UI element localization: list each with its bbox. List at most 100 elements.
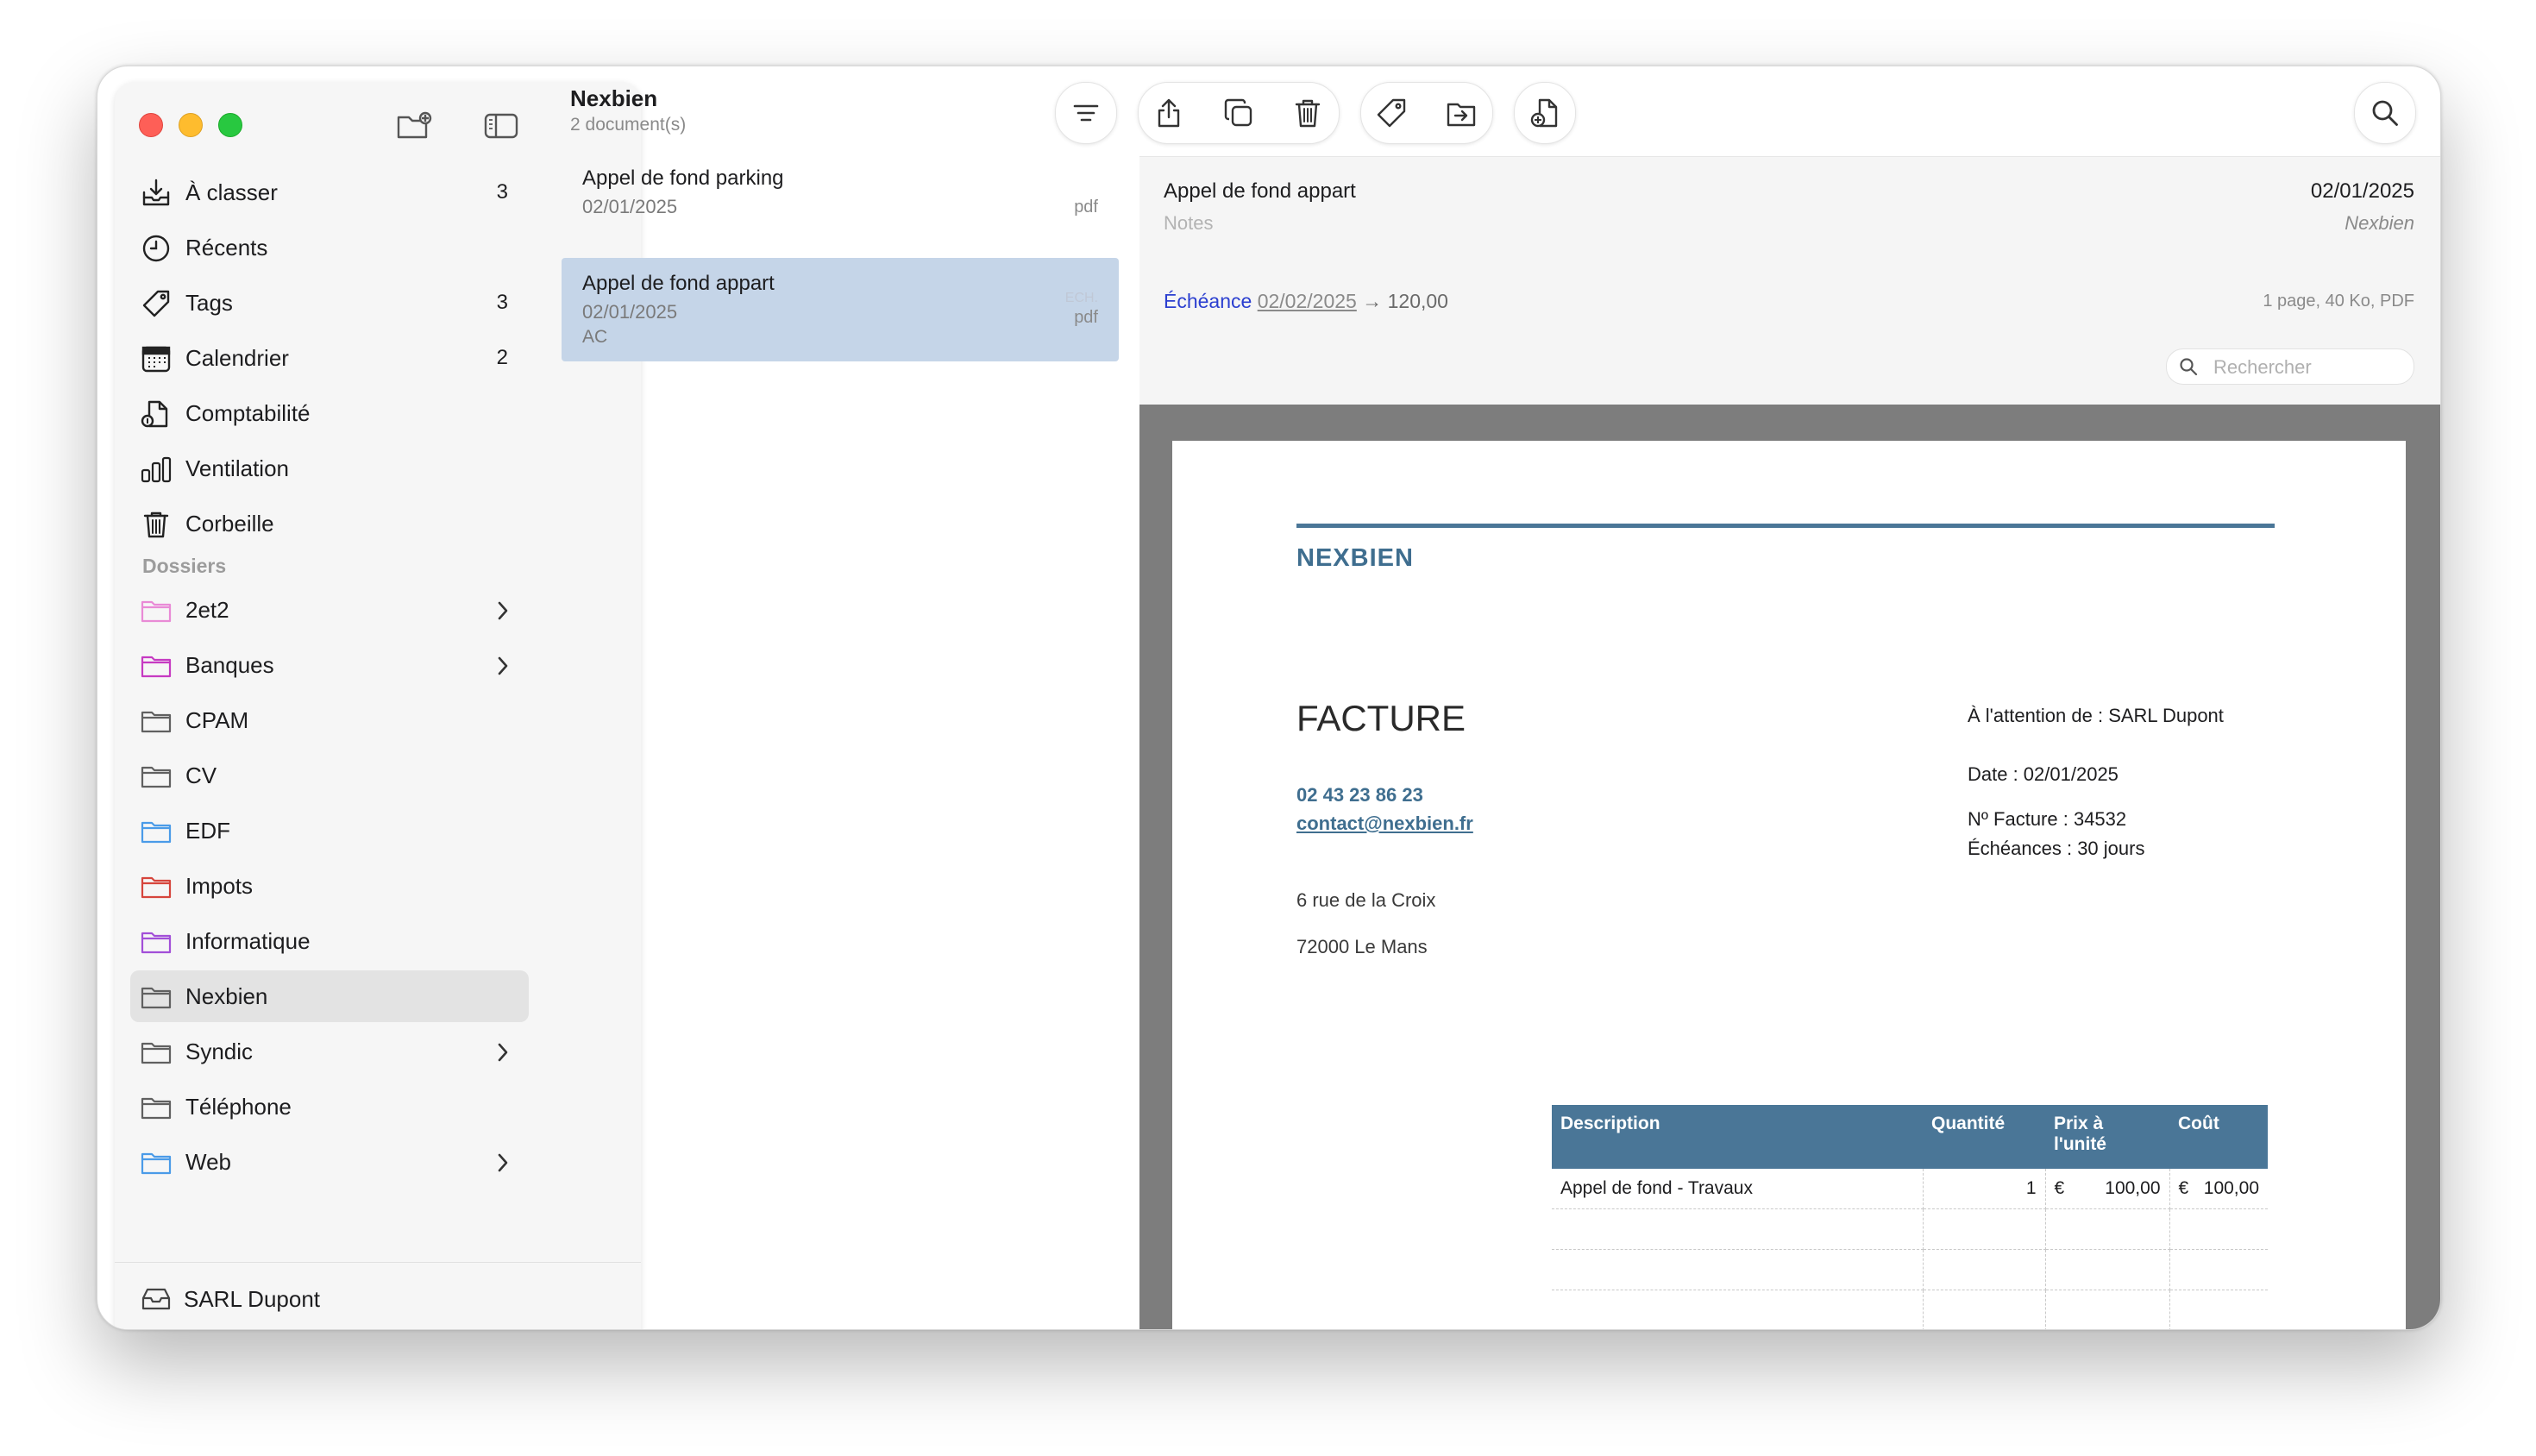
- sidebar-item-label: Corbeille: [185, 510, 274, 537]
- sidebar-folder-2et2[interactable]: 2et2: [130, 584, 529, 636]
- folder-icon: [141, 876, 172, 899]
- sidebar-item-corbeille[interactable]: Corbeille: [130, 498, 529, 549]
- sidebar-item-label: Banques: [185, 651, 274, 678]
- sidebar-folder-web[interactable]: Web: [130, 1136, 529, 1188]
- sidebar-item-label: CPAM: [185, 706, 249, 733]
- sort-button[interactable]: [1055, 82, 1117, 144]
- cost-value: 100,00: [2203, 1178, 2259, 1198]
- chevron-right-icon[interactable]: [496, 599, 510, 622]
- due-date-row[interactable]: Échéance 02/02/2025 → 120,00: [1164, 290, 1448, 313]
- sidebar-folder-banques[interactable]: Banques: [130, 639, 529, 691]
- payment-terms: Échéances : 30 jours: [1968, 838, 2145, 859]
- document-search-field[interactable]: Rechercher: [2166, 348, 2414, 385]
- document-date: 02/01/2025: [582, 301, 678, 323]
- document-row[interactable]: Appel de fond parking 02/01/2025 pdf: [562, 153, 1119, 248]
- sidebar-item-label: Ventilation: [185, 455, 289, 481]
- sidebar-folder-edf[interactable]: EDF: [130, 805, 529, 857]
- notes-field[interactable]: Notes: [1164, 212, 1213, 235]
- sidebar-item-ventilation[interactable]: Ventilation: [130, 442, 529, 494]
- sidebar-item-label: Calendrier: [185, 344, 289, 371]
- document-count: 2 document(s): [570, 115, 687, 135]
- company-name: NEXBIEN: [1296, 544, 1414, 572]
- list-title: Nexbien: [570, 85, 658, 111]
- due-amount: → 120,00: [1362, 290, 1448, 312]
- sidebar-folder-cv[interactable]: CV: [130, 750, 529, 801]
- duplicate-icon[interactable]: [1223, 97, 1254, 129]
- chevron-right-icon[interactable]: [496, 1152, 510, 1174]
- chevron-right-icon[interactable]: [496, 655, 510, 677]
- table-row: [1552, 1249, 2268, 1290]
- document-name: Appel de fond parking: [582, 166, 784, 190]
- search-placeholder: Rechercher: [2213, 356, 2312, 378]
- sidebar-item-a-classer[interactable]: À classer 3: [130, 166, 529, 218]
- new-folder-icon[interactable]: [396, 111, 434, 141]
- folder-icon: [141, 932, 172, 954]
- sidebar-item-label: Impots: [185, 872, 254, 899]
- sidebar-item-recents[interactable]: Récents: [130, 222, 529, 273]
- sidebar-folder-nexbien[interactable]: Nexbien: [130, 970, 529, 1022]
- minimize-window-button[interactable]: [179, 113, 203, 137]
- currency-symbol: €: [2178, 1178, 2189, 1198]
- sidebar-item-tags[interactable]: Tags 3: [130, 277, 529, 329]
- document-type: pdf: [1074, 308, 1098, 327]
- due-date-value[interactable]: 02/02/2025: [1258, 290, 1357, 312]
- tag-icon: [142, 290, 170, 317]
- sidebar-item-label: Comptabilité: [185, 399, 311, 426]
- zoom-window-button[interactable]: [218, 113, 242, 137]
- search-button[interactable]: [2354, 82, 2416, 144]
- sidebar-item-label: Récents: [185, 234, 268, 260]
- trash-icon: [143, 511, 169, 538]
- company-phone: 02 43 23 86 23: [1296, 784, 1423, 806]
- chevron-right-icon[interactable]: [496, 1041, 510, 1064]
- sidebar-item-comptabilite[interactable]: Comptabilité: [130, 387, 529, 439]
- column-header: Quantité: [1923, 1105, 2045, 1169]
- sidebar-folder-cpam[interactable]: CPAM: [130, 694, 529, 746]
- folder-icon: [141, 1152, 172, 1175]
- sidebar-item-label: À classer: [185, 179, 278, 205]
- clock-icon: [142, 235, 170, 262]
- column-header: Prix à l'unité: [2045, 1105, 2169, 1169]
- folder-icon: [141, 600, 172, 623]
- sidebar-folder-syndic[interactable]: Syndic: [130, 1026, 529, 1077]
- sidebar-folder-telephone[interactable]: Téléphone: [130, 1081, 529, 1133]
- sidebar-item-label: Téléphone: [185, 1093, 292, 1120]
- table-row: [1552, 1290, 2268, 1329]
- document-row-selected[interactable]: Appel de fond appart 02/01/2025 AC ECH. …: [562, 258, 1119, 361]
- pdf-viewer[interactable]: NEXBIEN FACTURE 02 43 23 86 23 contact@n…: [1139, 405, 2440, 1329]
- share-icon[interactable]: [1153, 97, 1184, 129]
- line-description: Appel de fond - Travaux: [1552, 1169, 1924, 1209]
- filter-lines-icon: [1073, 104, 1099, 122]
- table-header-row: Description Quantité Prix à l'unité Coût: [1552, 1105, 2268, 1169]
- account-switcher[interactable]: SARL Dupont: [141, 1277, 320, 1321]
- add-document-button[interactable]: [1514, 82, 1576, 144]
- archive-tray-icon: [141, 1288, 171, 1310]
- sidebar-item-count: 2: [496, 346, 508, 369]
- sidebar-toggle-icon[interactable]: [482, 111, 520, 141]
- invoice-date: Date : 02/01/2025: [1968, 763, 2119, 785]
- close-window-button[interactable]: [139, 113, 163, 137]
- sidebar-folder-informatique[interactable]: Informatique: [130, 915, 529, 967]
- folder-icon: [141, 656, 172, 678]
- document-add-icon: [1530, 98, 1558, 128]
- address-line-1: 6 rue de la Croix: [1296, 889, 1436, 911]
- document-title[interactable]: Appel de fond appart: [1164, 179, 1356, 204]
- search-icon: [2372, 100, 2398, 126]
- sidebar-item-label: Informatique: [185, 927, 311, 954]
- search-icon: [2180, 358, 2198, 376]
- invoice-title: FACTURE: [1296, 698, 1466, 738]
- company-email-link[interactable]: contact@nexbien.fr: [1296, 813, 1473, 835]
- folder-icon: [141, 1042, 172, 1064]
- table-row: Appel de fond - Travaux 1 € 100,00 € 100…: [1552, 1169, 2268, 1209]
- sidebar-item-count: 3: [496, 180, 508, 204]
- header-rule: [1296, 524, 2275, 528]
- sidebar-folder-impots[interactable]: Impots: [130, 860, 529, 912]
- sidebar-item-calendrier[interactable]: Calendrier 2: [130, 332, 529, 384]
- document-date[interactable]: 02/01/2025: [2311, 179, 2414, 204]
- move-to-folder-icon[interactable]: [1446, 97, 1477, 129]
- folders-section-title: Dossiers: [142, 555, 227, 577]
- document-date: 02/01/2025: [582, 196, 678, 217]
- tag-icon[interactable]: [1376, 97, 1407, 129]
- trash-icon[interactable]: [1292, 97, 1323, 129]
- folder-icon: [141, 711, 172, 733]
- invoice-number: Nº Facture : 34532: [1968, 808, 2127, 830]
